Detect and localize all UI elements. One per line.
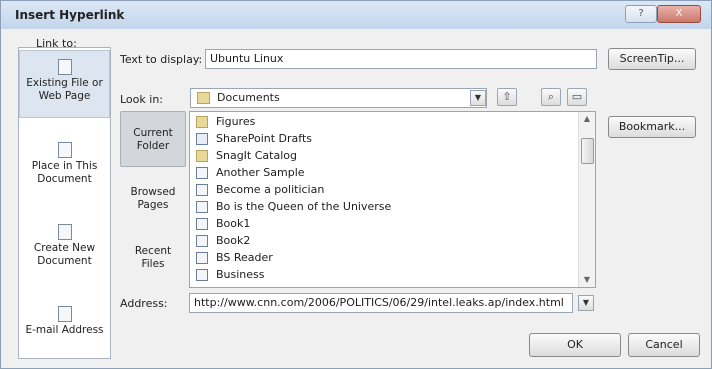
text-to-display-input[interactable]: Ubuntu Linux [205, 49, 597, 69]
new-document-icon [57, 224, 72, 240]
document-icon [196, 269, 208, 281]
sharepoint-folder-icon [196, 133, 208, 145]
look-in-select[interactable]: Documents [190, 88, 487, 108]
document-icon [196, 167, 208, 179]
tab-recent-files[interactable]: Recent Files [120, 245, 186, 285]
file-list-scrollbar[interactable]: ▲ ▼ [578, 112, 595, 287]
tab-browsed-pages[interactable]: Browsed Pages [120, 186, 186, 226]
list-item[interactable]: Book2 [194, 233, 250, 249]
tab-current-line1: Current [133, 127, 173, 139]
help-button[interactable]: ? [625, 5, 657, 23]
browse-file-icon[interactable]: ▭ [567, 88, 587, 106]
dialog-title: Insert Hyperlink [15, 8, 125, 22]
look-in-label: Look in: [120, 93, 163, 106]
tab-recent-line2: Files [141, 258, 165, 270]
document-place-icon [57, 142, 72, 158]
nav-tabs: Current Folder Browsed Pages Recent File… [120, 111, 186, 289]
file-name: Another Sample [216, 166, 305, 179]
text-to-display-label: Text to display: [120, 53, 203, 66]
list-item[interactable]: BS Reader [194, 250, 273, 266]
list-item[interactable]: Figures [194, 114, 255, 130]
tab-current-folder[interactable]: Current Folder [120, 111, 186, 167]
file-name: Become a politician [216, 183, 325, 196]
link-create-line2: Document [37, 255, 92, 267]
link-existing-line1: Existing File or [26, 77, 103, 89]
file-name: BS Reader [216, 251, 273, 264]
file-name: Book1 [216, 217, 251, 230]
scroll-thumb[interactable] [581, 138, 594, 164]
email-icon [57, 306, 72, 322]
file-name: Book2 [216, 234, 251, 247]
file-name: SharePoint Drafts [216, 132, 313, 145]
file-name: SnagIt Catalog [216, 149, 297, 162]
link-email-address[interactable]: E-mail Address [19, 306, 110, 337]
document-icon [196, 252, 208, 264]
address-dropdown-arrow[interactable]: ▼ [578, 295, 594, 311]
title-bar: Insert Hyperlink ? X [1, 1, 711, 29]
link-create-new[interactable]: Create New Document [19, 224, 110, 268]
scroll-down-arrow-icon[interactable]: ▼ [579, 273, 595, 287]
list-item[interactable]: Become a politician [194, 182, 324, 198]
bookmark-button[interactable]: Bookmark... [608, 116, 696, 138]
file-name: Business [216, 268, 265, 281]
browse-web-icon[interactable]: ⌕ [541, 88, 561, 106]
file-name: Figures [216, 115, 256, 128]
list-item[interactable]: Business [194, 267, 265, 283]
list-item[interactable]: SharePoint Drafts [194, 131, 312, 147]
link-place-line2: Document [37, 173, 92, 185]
link-place-in-doc[interactable]: Place in This Document [19, 142, 110, 186]
tab-recent-line1: Recent [134, 245, 172, 257]
screentip-button[interactable]: ScreenTip... [608, 48, 696, 70]
document-icon [196, 218, 208, 230]
link-email-line1: E-mail Address [25, 324, 104, 336]
link-existing-line2: Web Page [38, 90, 91, 102]
look-in-dropdown-arrow[interactable]: ▼ [470, 90, 486, 106]
globe-document-icon [57, 59, 72, 75]
folder-icon [196, 116, 208, 128]
list-item[interactable]: SnagIt Catalog [194, 148, 297, 164]
file-list[interactable]: Figures SharePoint Drafts SnagIt Catalog… [189, 111, 596, 288]
cancel-button[interactable]: Cancel [628, 333, 700, 357]
close-button[interactable]: X [657, 5, 701, 23]
link-to-panel: Existing File or Web Page Place in This … [18, 47, 111, 359]
link-place-line1: Place in This [31, 160, 98, 172]
address-label: Address: [120, 297, 168, 310]
list-item[interactable]: Another Sample [194, 165, 305, 181]
list-item[interactable]: Bo is the Queen of the Universe [194, 199, 391, 215]
look-in-value: Documents [217, 91, 280, 104]
address-input[interactable]: http://www.cnn.com/2006/POLITICS/06/29/i… [189, 293, 573, 313]
document-icon [196, 235, 208, 247]
up-folder-icon[interactable]: ⇧ [497, 88, 517, 106]
list-item[interactable]: Book1 [194, 216, 250, 232]
tab-current-line2: Folder [136, 140, 170, 152]
ok-button[interactable]: OK [529, 333, 621, 357]
document-icon [196, 201, 208, 213]
insert-hyperlink-dialog: Insert Hyperlink ? X Link to: Existing F… [0, 0, 712, 369]
tab-browsed-line2: Pages [137, 199, 169, 211]
link-existing-file[interactable]: Existing File or Web Page [19, 50, 110, 118]
link-create-line1: Create New [33, 242, 96, 254]
scroll-up-arrow-icon[interactable]: ▲ [579, 112, 595, 126]
file-name: Bo is the Queen of the Universe [216, 200, 392, 213]
document-icon [196, 184, 208, 196]
folder-icon [197, 92, 210, 104]
folder-icon [196, 150, 208, 162]
tab-browsed-line1: Browsed [130, 186, 176, 198]
